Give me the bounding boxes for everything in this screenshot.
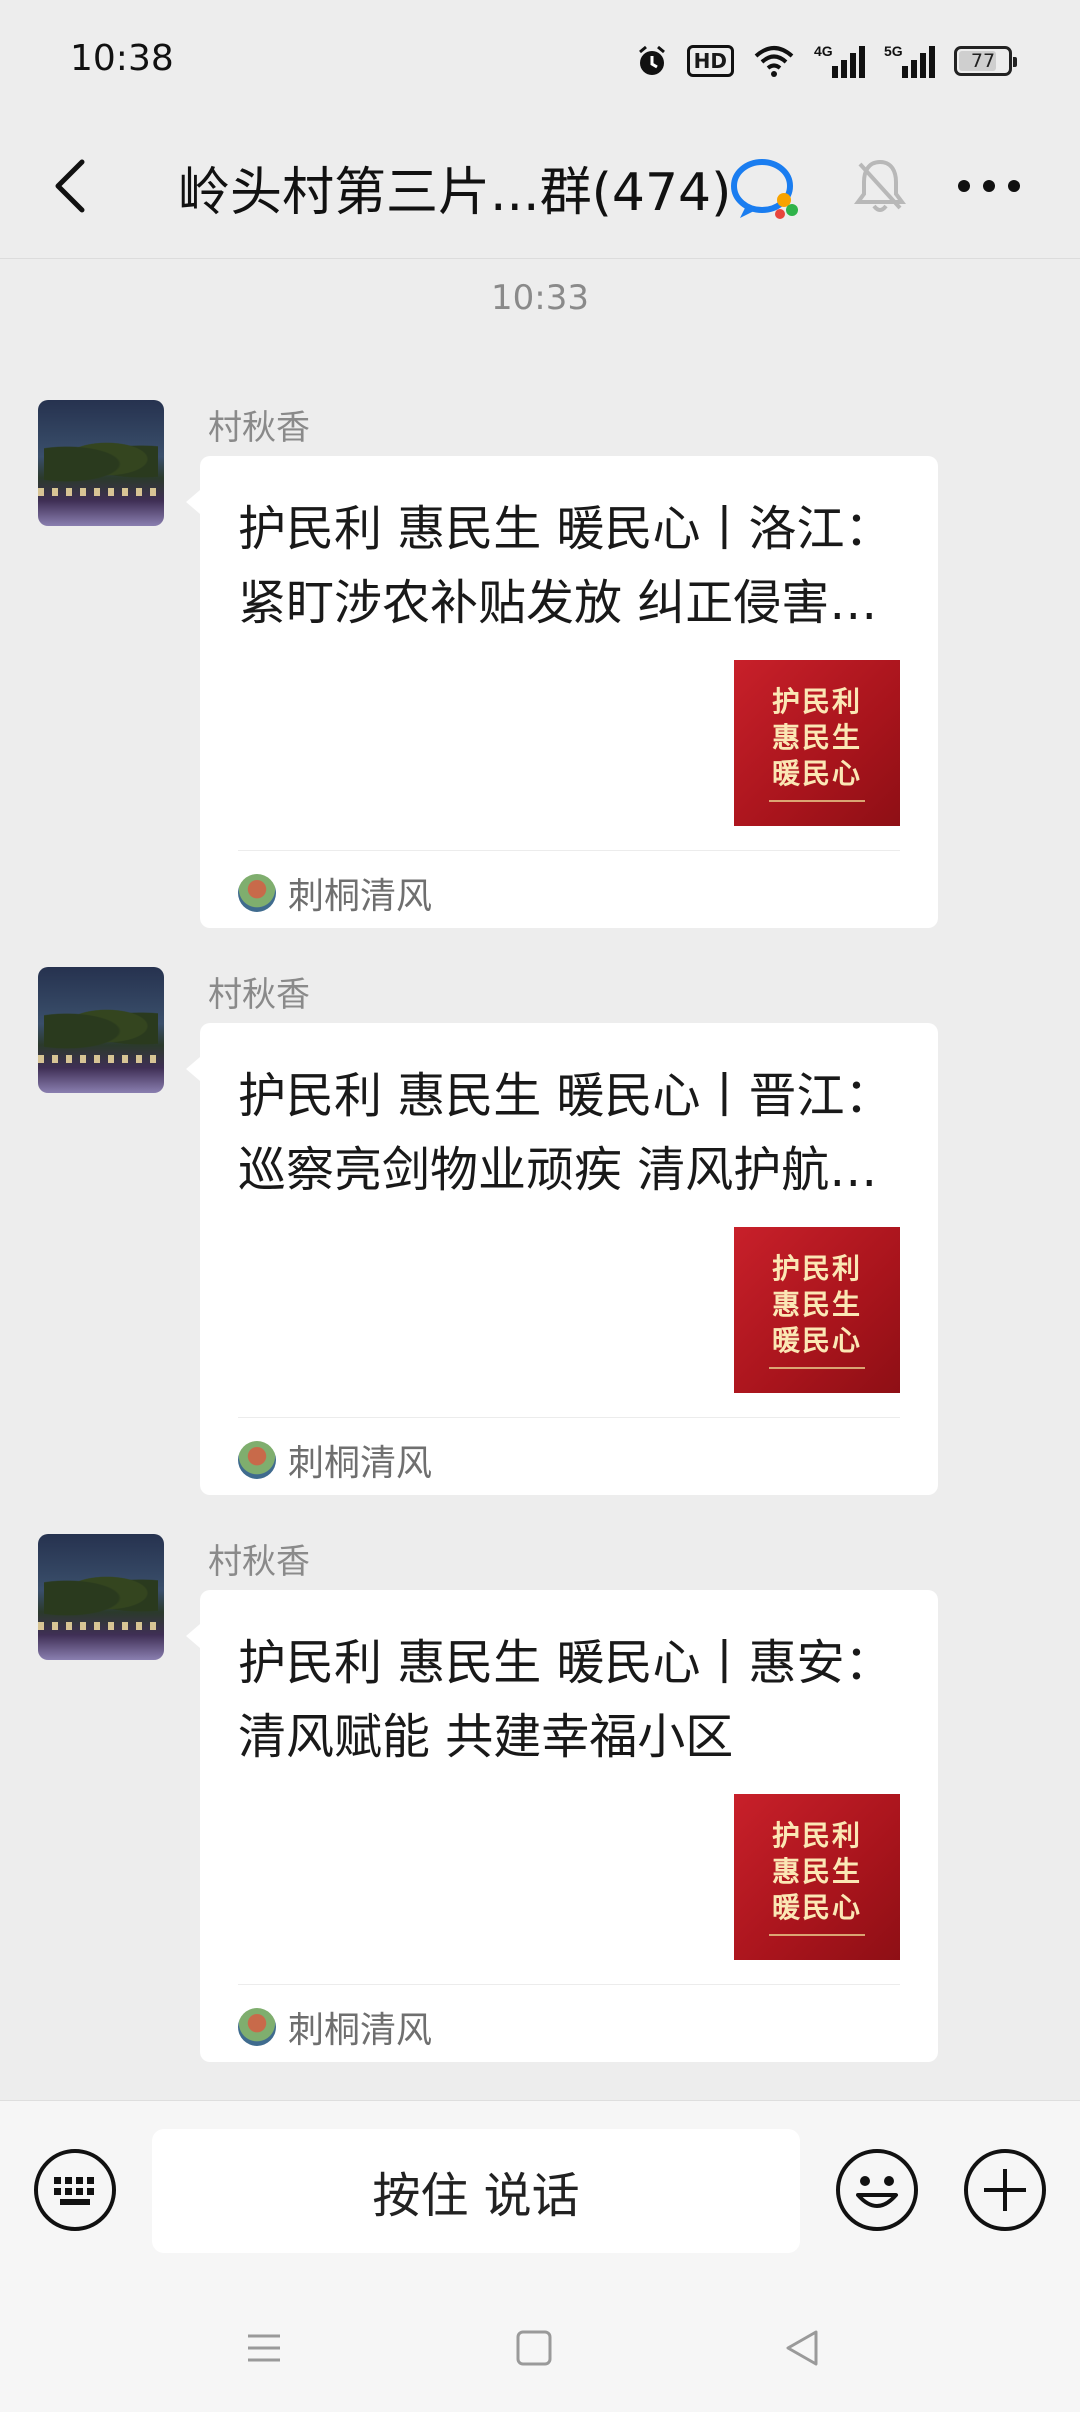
menu-icon bbox=[248, 2334, 280, 2362]
system-back-button[interactable] bbox=[782, 2328, 822, 2368]
article-card[interactable]: 护民利 惠民生 暖民心丨惠安：清风赋能 共建幸福小区 护民利 惠民生 暖民心 刺… bbox=[186, 1590, 938, 2062]
thumb-line: 惠民生 bbox=[771, 1855, 862, 1888]
hold-to-talk-button[interactable]: 按住 说话 bbox=[152, 2129, 800, 2253]
sender-name: 村秋香 bbox=[208, 1542, 310, 1582]
thumb-divider bbox=[769, 1367, 865, 1369]
card-title: 护民利 惠民生 暖民心丨洛江：紧盯涉农补贴发放 纠正侵害群众利益问题 bbox=[238, 501, 893, 631]
alarm-icon bbox=[635, 44, 669, 78]
chat-message: 村秋香 护民利 惠民生 暖民心丨晋江：巡察亮剑物业顽疾 清风护航美好生活 护民利… bbox=[0, 967, 1080, 1507]
signal-4g-icon: 4G bbox=[814, 42, 866, 80]
chat-header: 岭头村第三片...群(474) bbox=[0, 120, 1080, 259]
source-name: 刺桐清风 bbox=[288, 1443, 433, 1484]
card-title: 护民利 惠民生 暖民心丨晋江：巡察亮剑物业顽疾 清风护航美好生活 bbox=[238, 1068, 893, 1198]
avatar[interactable] bbox=[38, 400, 164, 526]
input-bar: 按住 说话 bbox=[0, 2100, 1080, 2291]
message-timestamp: 10:33 bbox=[491, 278, 589, 318]
wecom-chat-icon bbox=[728, 156, 802, 222]
card-source: 刺桐清风 bbox=[238, 868, 432, 918]
square-icon bbox=[516, 2330, 552, 2366]
more-dots-icon bbox=[958, 180, 1020, 192]
card-divider bbox=[238, 1984, 900, 1985]
status-icons: HD 4G 5G 77 bbox=[635, 40, 1017, 82]
card-thumbnail: 护民利 惠民生 暖民心 bbox=[734, 660, 900, 826]
chat-title[interactable]: 岭头村第三片...群(474) bbox=[178, 150, 731, 225]
wifi-icon bbox=[752, 44, 796, 78]
avatar[interactable] bbox=[38, 967, 164, 1093]
thumb-line: 护民利 bbox=[771, 1819, 862, 1852]
thumb-line: 暖民心 bbox=[771, 1324, 862, 1357]
triangle-back-icon bbox=[786, 2330, 818, 2366]
more-options-button[interactable] bbox=[956, 174, 1022, 198]
source-logo-icon bbox=[238, 874, 276, 912]
battery-level: 77 bbox=[970, 50, 996, 72]
battery-icon: 77 bbox=[954, 46, 1017, 76]
net-5g-label: 5G bbox=[884, 43, 903, 59]
signal-5g-icon: 5G bbox=[884, 42, 936, 80]
smiley-icon bbox=[836, 2149, 918, 2231]
source-logo-icon bbox=[238, 2008, 276, 2046]
keyboard-icon bbox=[34, 2149, 116, 2231]
card-divider bbox=[238, 1417, 900, 1418]
home-button[interactable] bbox=[514, 2328, 554, 2368]
thumb-line: 惠民生 bbox=[771, 1288, 862, 1321]
card-thumbnail: 护民利 惠民生 暖民心 bbox=[734, 1227, 900, 1393]
status-time: 10:38 bbox=[70, 38, 174, 79]
emoji-button[interactable] bbox=[834, 2147, 920, 2233]
net-4g-label: 4G bbox=[814, 43, 833, 59]
chevron-left-icon bbox=[55, 159, 85, 213]
chat-message: 村秋香 护民利 惠民生 暖民心丨惠安：清风赋能 共建幸福小区 护民利 惠民生 暖… bbox=[0, 1534, 1080, 2074]
article-card[interactable]: 护民利 惠民生 暖民心丨洛江：紧盯涉农补贴发放 纠正侵害群众利益问题 护民利 惠… bbox=[186, 456, 938, 928]
source-logo-icon bbox=[238, 1441, 276, 1479]
card-source: 刺桐清风 bbox=[238, 2002, 432, 2052]
source-name: 刺桐清风 bbox=[288, 2010, 433, 2051]
source-name: 刺桐清风 bbox=[288, 876, 433, 917]
card-title: 护民利 惠民生 暖民心丨惠安：清风赋能 共建幸福小区 bbox=[238, 1635, 893, 1765]
recent-apps-button[interactable] bbox=[244, 2328, 284, 2368]
thumb-line: 暖民心 bbox=[771, 757, 862, 790]
keyboard-toggle-button[interactable] bbox=[32, 2147, 118, 2233]
card-source: 刺桐清风 bbox=[238, 1435, 432, 1485]
system-nav-bar bbox=[0, 2290, 1080, 2412]
card-divider bbox=[238, 850, 900, 851]
thumb-divider bbox=[769, 1934, 865, 1936]
thumb-divider bbox=[769, 800, 865, 802]
plus-icon bbox=[964, 2149, 1046, 2231]
thumb-line: 护民利 bbox=[771, 1252, 862, 1285]
article-card[interactable]: 护民利 惠民生 暖民心丨晋江：巡察亮剑物业顽疾 清风护航美好生活 护民利 惠民生… bbox=[186, 1023, 938, 1495]
card-thumbnail: 护民利 惠民生 暖民心 bbox=[734, 1794, 900, 1960]
chat-message: 村秋香 护民利 惠民生 暖民心丨洛江：紧盯涉农补贴发放 纠正侵害群众利益问题 护… bbox=[0, 400, 1080, 940]
sender-name: 村秋香 bbox=[208, 408, 310, 448]
hd-icon: HD bbox=[686, 45, 734, 77]
sender-name: 村秋香 bbox=[208, 975, 310, 1015]
thumb-line: 暖民心 bbox=[771, 1891, 862, 1924]
thumb-line: 惠民生 bbox=[771, 721, 862, 754]
more-functions-button[interactable] bbox=[962, 2147, 1048, 2233]
mute-bell-icon bbox=[852, 156, 908, 216]
avatar[interactable] bbox=[38, 1534, 164, 1660]
back-button[interactable] bbox=[44, 156, 104, 216]
status-bar: 10:38 HD 4G 5G 77 bbox=[0, 0, 1080, 120]
thumb-line: 护民利 bbox=[771, 685, 862, 718]
